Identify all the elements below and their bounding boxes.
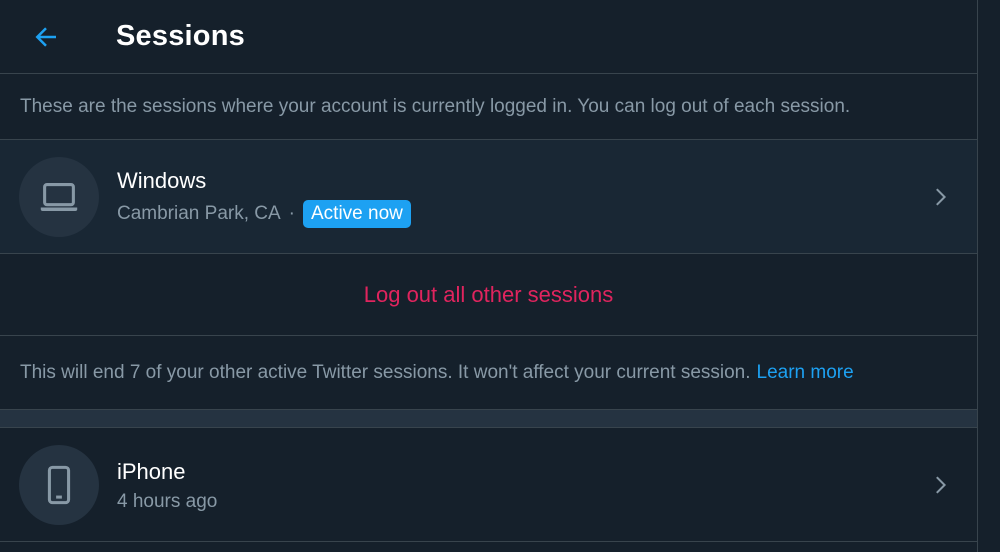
logout-all-button[interactable]: Log out all other sessions: [364, 282, 614, 308]
session-location: Cambrian Park, CA: [117, 202, 281, 224]
session-info: iPhone 4 hours ago: [117, 457, 217, 513]
phone-icon: [47, 465, 71, 504]
device-avatar: [19, 444, 99, 525]
header: Sessions: [0, 0, 977, 74]
chevron-right-icon: [936, 187, 947, 206]
session-row[interactable]: iPhone 4 hours ago: [0, 428, 977, 542]
session-meta: 4 hours ago: [117, 491, 217, 513]
session-row-current[interactable]: Windows Cambrian Park, CA · Active now: [0, 140, 977, 254]
logout-note-text: This will end 7 of your other active Twi…: [20, 361, 751, 383]
section-divider: [0, 410, 977, 428]
chevron-right-icon: [936, 475, 947, 494]
logout-all-row: Log out all other sessions: [0, 254, 977, 336]
sessions-description: These are the sessions where your accoun…: [0, 74, 977, 140]
page-title: Sessions: [116, 20, 245, 52]
logout-note: This will end 7 of your other active Twi…: [0, 336, 977, 410]
session-meta: Cambrian Park, CA · Active now: [117, 199, 411, 228]
device-name: iPhone: [117, 458, 186, 484]
back-button[interactable]: [20, 11, 72, 63]
sessions-panel: Sessions These are the sessions where yo…: [0, 0, 978, 552]
device-name: Windows: [117, 167, 207, 193]
learn-more-link[interactable]: Learn more: [757, 362, 854, 384]
session-info: Windows Cambrian Park, CA · Active now: [117, 166, 411, 228]
session-time: 4 hours ago: [117, 490, 218, 512]
device-avatar: [19, 156, 99, 237]
arrow-left-icon: [35, 26, 56, 47]
active-now-badge: Active now: [303, 199, 411, 228]
laptop-icon: [40, 182, 78, 211]
meta-separator: ·: [288, 202, 295, 224]
